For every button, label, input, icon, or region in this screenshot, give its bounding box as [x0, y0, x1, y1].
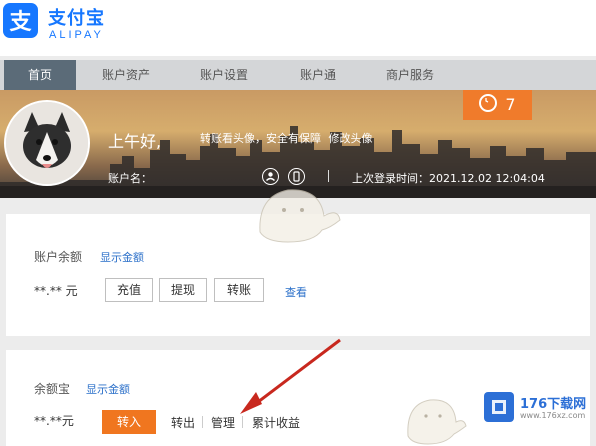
site-watermark-logo: 176下载网 www.176xz.com [478, 386, 596, 446]
site-name: 176下载网 [520, 397, 587, 412]
site-url: www.176xz.com [520, 411, 586, 420]
annotation-arrow-icon [240, 338, 341, 414]
box-logo-icon [484, 392, 514, 422]
